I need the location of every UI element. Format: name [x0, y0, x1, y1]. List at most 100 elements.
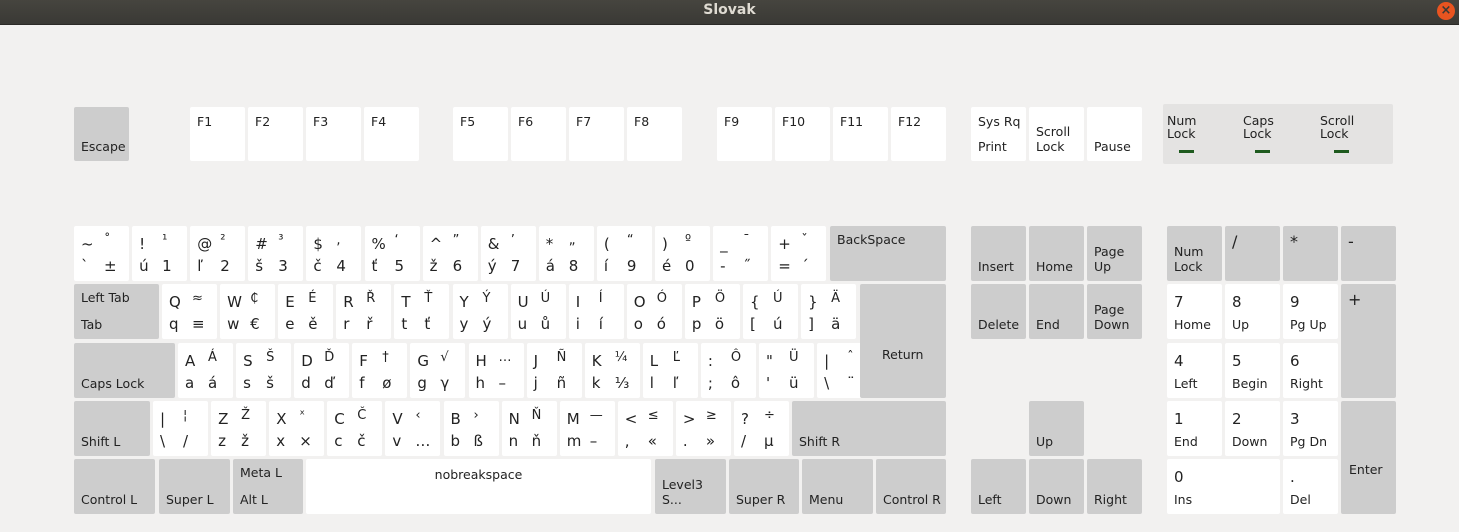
- right-arrow-key[interactable]: Right: [1087, 459, 1142, 514]
- f10-key[interactable]: F10: [775, 107, 830, 161]
- key-q-row-0[interactable]: Q ≈ q ≡: [162, 284, 217, 339]
- key-a-row-9[interactable]: : Ô; ô: [700, 343, 756, 398]
- key-number-row-3[interactable]: # ³ š 3: [248, 226, 304, 281]
- page-down-key[interactable]: Page Down: [1087, 284, 1142, 339]
- alt-l-key[interactable]: Meta L Alt L: [233, 459, 303, 514]
- home-key[interactable]: Home: [1029, 226, 1084, 281]
- level3-shift-key[interactable]: Level3 S...: [655, 459, 726, 514]
- key-z-row-5[interactable]: B › b ß: [443, 401, 499, 456]
- f1-key[interactable]: F1: [190, 107, 245, 161]
- key-q-row-5[interactable]: YÝyý: [452, 284, 508, 339]
- escape-key[interactable]: Escape: [74, 107, 129, 161]
- key-q-row-6[interactable]: UÚuů: [510, 284, 566, 339]
- shift-l-key[interactable]: Shift L: [74, 401, 150, 456]
- key-number-row-11[interactable]: _ ¯ - ˝: [713, 226, 769, 281]
- numpad-9-key[interactable]: 9 Pg Up: [1283, 284, 1338, 339]
- space-key[interactable]: nobreakspace: [306, 459, 651, 514]
- f3-key[interactable]: F3: [306, 107, 361, 161]
- key-number-row-5[interactable]: % ‘ ť 5: [364, 226, 420, 281]
- f7-key[interactable]: F7: [569, 107, 624, 161]
- return-key[interactable]: Return: [860, 284, 946, 398]
- left-arrow-key[interactable]: Left: [971, 459, 1026, 514]
- key-q-row-3[interactable]: RŘrř: [336, 284, 392, 339]
- super-l-key[interactable]: Super L: [159, 459, 230, 514]
- key-q-row-8[interactable]: OÓoó: [626, 284, 682, 339]
- numpad-7-key[interactable]: 7 Home: [1167, 284, 1222, 339]
- control-l-key[interactable]: Control L: [74, 459, 155, 514]
- key-a-row-2[interactable]: DĎdď: [294, 343, 350, 398]
- numpad-3-key[interactable]: 3 Pg Dn: [1283, 401, 1338, 456]
- print-key[interactable]: Sys Rq Print: [971, 107, 1026, 161]
- key-z-row-3[interactable]: CČcč: [327, 401, 383, 456]
- delete-key[interactable]: Delete: [971, 284, 1026, 339]
- pause-key[interactable]: Pause: [1087, 107, 1142, 161]
- key-z-row-0[interactable]: | ¦ \ /: [153, 401, 208, 456]
- page-up-key[interactable]: Page Up: [1087, 226, 1142, 281]
- f6-key[interactable]: F6: [511, 107, 566, 161]
- f2-key[interactable]: F2: [248, 107, 303, 161]
- key-number-row-8[interactable]: * „ á 8: [538, 226, 594, 281]
- numpad-4-key[interactable]: 4 Left: [1167, 343, 1222, 398]
- key-q-row-2[interactable]: EÉeě: [278, 284, 334, 339]
- key-a-row-1[interactable]: SŠsš: [236, 343, 292, 398]
- f9-key[interactable]: F9: [717, 107, 772, 161]
- key-number-row-7[interactable]: &’ ý 7: [480, 226, 536, 281]
- numpad-minus-key[interactable]: -: [1341, 226, 1396, 281]
- key-a-row-8[interactable]: LĽlľ: [642, 343, 698, 398]
- up-arrow-key[interactable]: Up: [1029, 401, 1084, 456]
- key-number-row-2[interactable]: @ ² ľ 2: [190, 226, 246, 281]
- f8-key[interactable]: F8: [627, 107, 682, 161]
- key-q-row-1[interactable]: W ₵ w €: [220, 284, 276, 339]
- key-number-row-4[interactable]: $, č 4: [306, 226, 362, 281]
- key-q-row-9[interactable]: PÖpö: [684, 284, 740, 339]
- f11-key[interactable]: F11: [833, 107, 888, 161]
- key-number-row-0[interactable]: ~ ˚ ` ±: [74, 226, 129, 281]
- key-q-row-4[interactable]: TŤtť: [394, 284, 450, 339]
- end-key[interactable]: End: [1029, 284, 1084, 339]
- key-z-row-2[interactable]: Xˣ x ×: [269, 401, 325, 456]
- f12-key[interactable]: F12: [891, 107, 946, 161]
- down-arrow-key[interactable]: Down: [1029, 459, 1084, 514]
- caps-lock-key[interactable]: Caps Lock: [74, 343, 175, 398]
- numpad-divide-key[interactable]: /: [1225, 226, 1280, 281]
- tab-key[interactable]: Left Tab Tab: [74, 284, 159, 339]
- key-z-row-4[interactable]: V ‹ v…: [385, 401, 441, 456]
- key-z-row-8[interactable]: < ≤, «: [617, 401, 673, 456]
- numpad-num-lock-key[interactable]: Num Lock: [1167, 226, 1222, 281]
- numpad-plus-key[interactable]: +: [1341, 284, 1396, 398]
- key-z-row-9[interactable]: > ≥. »: [675, 401, 731, 456]
- key-number-row-6[interactable]: ^ ” ž 6: [422, 226, 478, 281]
- numpad-multiply-key[interactable]: *: [1283, 226, 1338, 281]
- key-q-row-11[interactable]: } Ä] ä: [801, 284, 857, 339]
- numpad-5-key[interactable]: 5 Begin: [1225, 343, 1280, 398]
- menu-key[interactable]: Menu: [802, 459, 873, 514]
- numpad-1-key[interactable]: 1 End: [1167, 401, 1222, 456]
- key-z-row-10[interactable]: ? ÷ / µ: [734, 401, 789, 456]
- key-a-row-4[interactable]: G √ g γ: [410, 343, 466, 398]
- numpad-2-key[interactable]: 2 Down: [1225, 401, 1280, 456]
- key-z-row-1[interactable]: ZŽzž: [211, 401, 267, 456]
- key-number-row-9[interactable]: (“ í 9: [596, 226, 652, 281]
- numpad-decimal-key[interactable]: . Del: [1283, 459, 1338, 514]
- key-a-row-0[interactable]: AÁaá: [178, 343, 233, 398]
- numpad-8-key[interactable]: 8 Up: [1225, 284, 1280, 339]
- close-icon[interactable]: ×: [1437, 2, 1455, 20]
- numpad-0-key[interactable]: 0 Ins: [1167, 459, 1280, 514]
- key-a-row-10[interactable]: " Ü ' ü: [759, 343, 814, 398]
- control-r-key[interactable]: Control R: [876, 459, 946, 514]
- numpad-6-key[interactable]: 6 Right: [1283, 343, 1338, 398]
- super-r-key[interactable]: Super R: [729, 459, 799, 514]
- insert-key[interactable]: Insert: [971, 226, 1026, 281]
- key-number-row-12[interactable]: + ˇ = ´: [771, 226, 827, 281]
- scroll-lock-key[interactable]: Scroll Lock: [1029, 107, 1084, 161]
- f4-key[interactable]: F4: [364, 107, 419, 161]
- numpad-enter-key[interactable]: Enter: [1341, 401, 1396, 514]
- key-a-row-7[interactable]: K¼k⅓: [584, 343, 640, 398]
- key-a-row-6[interactable]: J Ñjñ: [526, 343, 582, 398]
- key-number-row-10[interactable]: ) º é 0: [655, 226, 710, 281]
- f5-key[interactable]: F5: [453, 107, 508, 161]
- key-q-row-7[interactable]: I Íií: [568, 284, 624, 339]
- shift-r-key[interactable]: Shift R: [792, 401, 946, 456]
- key-a-row-5[interactable]: H … h –: [468, 343, 524, 398]
- key-number-row-1[interactable]: ! ¹ ú 1: [132, 226, 188, 281]
